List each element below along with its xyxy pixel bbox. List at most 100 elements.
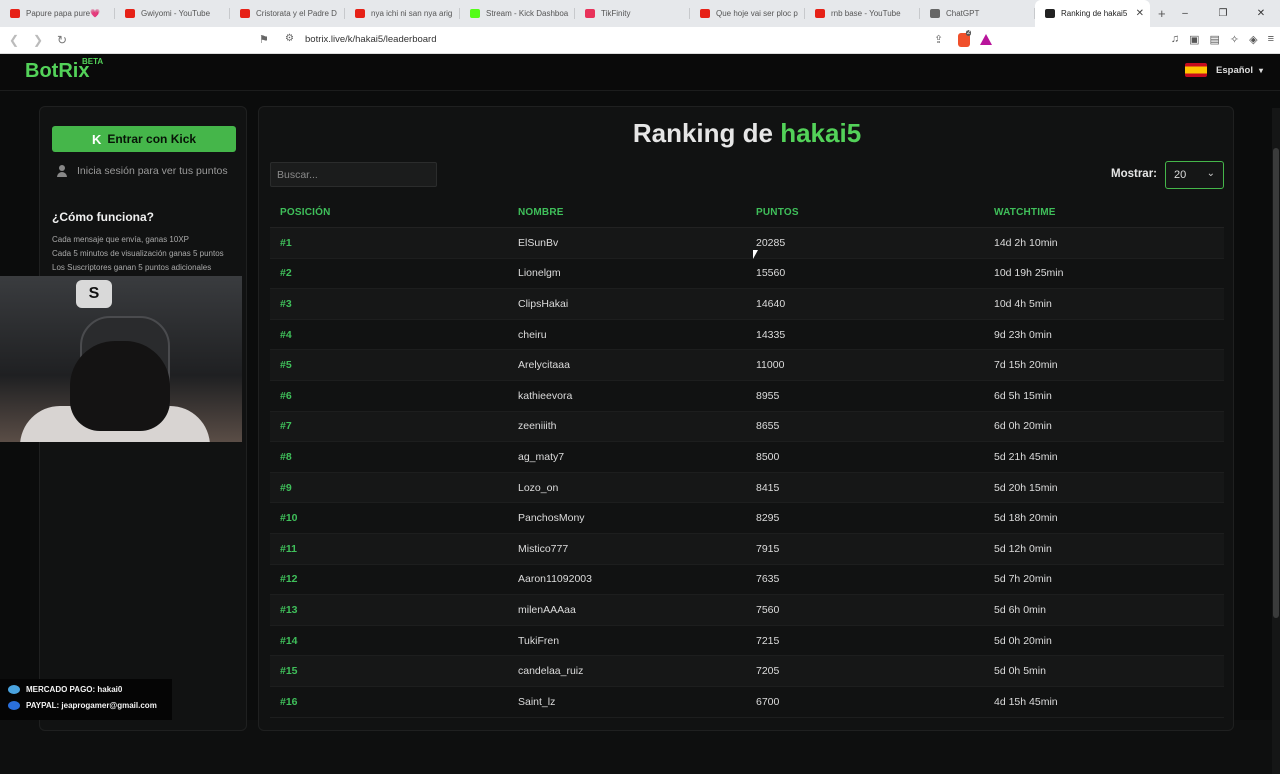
how-it-works-heading: ¿Cómo funciona? bbox=[52, 210, 154, 224]
browser-tab[interactable]: nya ichi ni san nya arig bbox=[345, 0, 460, 27]
close-tab-icon[interactable]: ✕ bbox=[1136, 8, 1144, 19]
watchtime-cell: 6d 5h 15min bbox=[994, 389, 1052, 402]
leo-icon[interactable]: ✧ bbox=[1230, 33, 1239, 46]
points-cell: 7635 bbox=[756, 573, 780, 586]
browser-tab[interactable]: Que hoje vai ser ploc p bbox=[690, 0, 805, 27]
points-cell: 7205 bbox=[756, 665, 780, 678]
show-count-select[interactable]: 20 ⌄ bbox=[1165, 161, 1224, 189]
points-cell: 15560 bbox=[756, 267, 786, 280]
column-header[interactable]: POSICIÓN bbox=[270, 207, 508, 218]
tab-favicon-icon bbox=[125, 9, 135, 18]
column-header[interactable]: PUNTOS bbox=[746, 207, 984, 218]
forward-icon[interactable]: ❯ bbox=[28, 33, 48, 47]
rank-cell: #5 bbox=[280, 359, 292, 372]
rank-cell: #8 bbox=[280, 450, 292, 463]
menu-icon[interactable]: ≡ bbox=[1268, 33, 1274, 46]
share-icon[interactable]: ⇪ bbox=[934, 33, 943, 46]
watchtime-cell: 7d 15h 20min bbox=[994, 359, 1058, 372]
tab-favicon-icon bbox=[470, 9, 480, 18]
sidebar-icon[interactable]: ▣ bbox=[1189, 33, 1199, 46]
table-row: #5 Arelycitaaa 11000 7d 15h 20min bbox=[270, 350, 1224, 381]
back-icon[interactable]: ❮ bbox=[4, 33, 24, 47]
login-kick-button[interactable]: K Entrar con Kick bbox=[52, 126, 236, 152]
browser-tab[interactable]: rnb base - YouTube bbox=[805, 0, 920, 27]
vpn-icon[interactable]: ◈ bbox=[1249, 33, 1257, 46]
bookmark-icon[interactable]: ⚑ bbox=[259, 33, 269, 46]
brave-rewards-icon[interactable] bbox=[980, 34, 992, 45]
mercado-pago-icon bbox=[8, 685, 20, 694]
tab-title: Que hoje vai ser ploc p bbox=[716, 9, 798, 18]
beta-badge: BETA bbox=[82, 57, 104, 66]
tab-title: Stream - Kick Dashboa bbox=[486, 9, 569, 18]
donation-overlay: MERCADO PAGO: hakai0 PAYPAL: jeaprogamer… bbox=[0, 679, 172, 720]
points-cell: 11000 bbox=[756, 359, 785, 372]
watchtime-cell: 9d 23h 0min bbox=[994, 328, 1052, 341]
column-header[interactable]: NOMBRE bbox=[508, 207, 746, 218]
site-settings-icon[interactable]: ⚙ bbox=[285, 33, 294, 44]
show-label: Mostrar: bbox=[1111, 168, 1158, 180]
watchtime-cell: 5d 12h 0min bbox=[994, 542, 1052, 555]
table-row: #10 PanchosMony 8295 5d 18h 20min bbox=[270, 503, 1224, 534]
toolbar-icons: ♫ ▣ ▤ ✧ ◈ ≡ bbox=[1171, 33, 1274, 46]
rank-cell: #9 bbox=[280, 481, 292, 494]
page-title: Ranking de hakai5 bbox=[259, 118, 1235, 149]
address-toolbar: ❮ ❯ ↻ ⚑ ⚙ botrix.live/k/hakai5/leaderboa… bbox=[0, 27, 1280, 54]
leaderboard-table: POSICIÓN NOMBRE PUNTOS WATCHTIME #1 ElSun… bbox=[270, 197, 1224, 718]
tab-favicon-icon bbox=[585, 9, 595, 18]
browser-tab[interactable]: Cristorata y el Padre D bbox=[230, 0, 345, 27]
table-row: #1 ElSunBv 20285 14d 2h 10min bbox=[270, 228, 1224, 259]
language-selector[interactable]: Español ▾ bbox=[1185, 63, 1263, 77]
webcam-overlay: S bbox=[0, 276, 242, 442]
restore-button[interactable]: ❐ bbox=[1204, 8, 1242, 19]
table-row: #15 candelaa_ruiz 7205 5d 0h 5min bbox=[270, 656, 1224, 687]
browser-tab[interactable]: TikFinity bbox=[575, 0, 690, 27]
page-scrollbar[interactable] bbox=[1272, 108, 1280, 774]
tab-favicon-icon bbox=[10, 9, 20, 18]
brave-shields-icon[interactable] bbox=[958, 30, 972, 47]
browser-tab[interactable]: Ranking de hakai5 ✕ bbox=[1035, 0, 1150, 27]
user-icon bbox=[57, 165, 67, 177]
browser-tab[interactable]: ChatGPT bbox=[920, 0, 1035, 27]
language-label: Español bbox=[1216, 64, 1253, 76]
url-field[interactable]: botrix.live/k/hakai5/leaderboard bbox=[305, 34, 437, 45]
points-cell: 14640 bbox=[756, 297, 786, 310]
media-icon[interactable]: ♫ bbox=[1171, 33, 1179, 46]
wallet-icon[interactable]: ▤ bbox=[1209, 33, 1219, 46]
watchtime-cell: 5d 0h 5min bbox=[994, 665, 1046, 678]
column-header[interactable]: WATCHTIME bbox=[984, 207, 1224, 218]
close-window-button[interactable]: ✕ bbox=[1242, 8, 1280, 19]
table-row: #6 kathieevora 8955 6d 5h 15min bbox=[270, 381, 1224, 412]
name-cell: zeeniiith bbox=[518, 420, 557, 433]
scrollbar-thumb[interactable] bbox=[1273, 148, 1279, 618]
watchtime-cell: 5d 7h 20min bbox=[994, 573, 1052, 586]
rank-cell: #14 bbox=[280, 634, 298, 647]
reload-icon[interactable]: ↻ bbox=[52, 33, 72, 47]
browser-tab[interactable]: Papure papa pure💗 bbox=[0, 0, 115, 27]
tab-title: TikFinity bbox=[601, 9, 631, 18]
search-input[interactable] bbox=[270, 162, 437, 187]
minimize-button[interactable]: – bbox=[1166, 8, 1204, 19]
rank-cell: #16 bbox=[280, 695, 298, 708]
superman-logo-icon: S bbox=[76, 280, 112, 308]
table-row: #12 Aaron11092003 7635 5d 7h 20min bbox=[270, 565, 1224, 596]
table-row: #7 zeeniiith 8655 6d 0h 20min bbox=[270, 411, 1224, 443]
name-cell: milenAAAaa bbox=[518, 603, 576, 616]
name-cell: candelaa_ruiz bbox=[518, 665, 584, 678]
browser-tab[interactable]: Gwiyomi - YouTube bbox=[115, 0, 230, 27]
tab-title: Gwiyomi - YouTube bbox=[141, 9, 211, 18]
chevron-down-icon: ▾ bbox=[1258, 65, 1263, 75]
watchtime-cell: 5d 21h 45min bbox=[994, 450, 1058, 463]
table-row: #2 Lionelgm 15560 10d 19h 25min bbox=[270, 259, 1224, 290]
tab-title: ChatGPT bbox=[946, 9, 980, 18]
tab-title: nya ichi ni san nya arig bbox=[371, 9, 453, 18]
browser-tab[interactable]: Stream - Kick Dashboa bbox=[460, 0, 575, 27]
name-cell: Aaron11092003 bbox=[518, 573, 592, 586]
table-row: #16 Saint_lz 6700 4d 15h 45min bbox=[270, 687, 1224, 718]
paypal-line: PAYPAL: jeaprogamer@gmail.com bbox=[8, 701, 157, 710]
tab-favicon-icon bbox=[930, 9, 940, 18]
browser-tab-strip: Papure papa pure💗 Gwiyomi - YouTube Cristo… bbox=[0, 0, 1280, 27]
table-row: #13 milenAAAaa 7560 5d 6h 0min bbox=[270, 595, 1224, 626]
mouse-cursor-icon bbox=[753, 250, 758, 259]
botrix-logo[interactable]: BotRix bbox=[25, 60, 89, 83]
name-cell: ClipsHakai bbox=[518, 297, 569, 310]
